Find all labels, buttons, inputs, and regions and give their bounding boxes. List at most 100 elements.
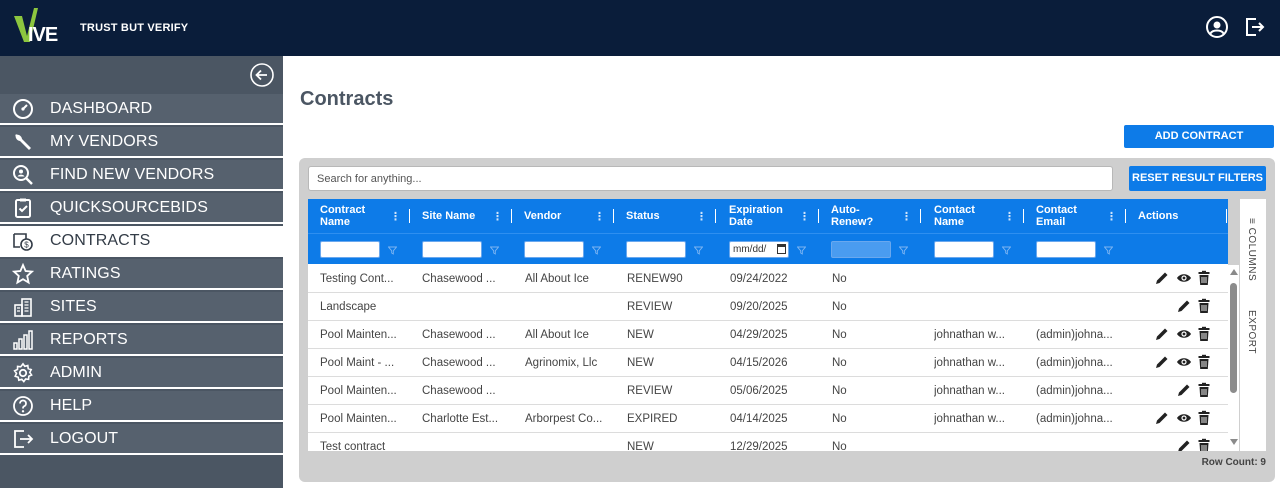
delete-trash-icon[interactable] [1196,438,1212,451]
sidebar-item-find-new-vendors[interactable]: FIND NEW VENDORS [0,160,283,191]
sidebar-item-admin[interactable]: ADMIN [0,358,283,389]
column-header-contact-name[interactable]: Contact Name [934,199,994,233]
column-header-contract-name[interactable]: Contract Name [320,199,380,233]
sidebar-item-my-vendors[interactable]: MY VENDORS [0,127,283,158]
calendar-icon[interactable] [777,244,786,254]
add-contract-button[interactable]: ADD CONTRACT [1124,125,1274,148]
filter-vendor-input[interactable] [524,241,584,258]
column-menu-icon[interactable]: ⋮ [1106,210,1117,223]
filter-expiration-date-input[interactable]: mm/dd/ [729,241,789,258]
export-tab[interactable]: EXPORT [1241,310,1263,355]
scroll-down-arrow-icon[interactable] [1230,439,1238,445]
contract-money-icon: $ [12,230,34,252]
column-menu-icon[interactable]: ⋮ [696,210,707,223]
sidebar-item-quicksourcebids[interactable]: QUICKSOURCEBIDS [0,193,283,224]
table-row[interactable]: Pool Mainten... Chasewood ... All About … [308,321,1228,349]
view-eye-icon[interactable] [1176,410,1192,426]
view-eye-icon[interactable] [1176,326,1192,342]
column-resize-handle[interactable] [1226,209,1227,223]
sidebar-item-help[interactable]: HELP [0,391,283,422]
view-eye-icon[interactable] [1176,354,1192,370]
edit-pencil-icon[interactable] [1176,298,1192,314]
logout-icon[interactable] [1242,15,1266,39]
filter-icon[interactable] [899,246,908,255]
filter-icon[interactable] [797,246,806,255]
table-row[interactable]: Landscape REVIEW 09/20/2025 No [308,293,1228,321]
filter-site-name-input[interactable] [422,241,482,258]
filter-icon[interactable] [490,246,499,255]
filter-status-input[interactable] [626,241,686,258]
table-scrollbar[interactable] [1228,265,1239,451]
column-menu-icon[interactable]: ⋮ [594,210,605,223]
delete-trash-icon[interactable] [1196,410,1212,426]
column-header-vendor[interactable]: Vendor [524,199,584,233]
filter-icon[interactable] [1002,246,1011,255]
sidebar: DASHBOARD MY VENDORS FIND NEW VENDORS QU… [0,56,283,488]
sidebar-item-ratings[interactable]: RATINGS [0,259,283,290]
row-actions [1154,438,1214,451]
collapse-sidebar-icon[interactable] [249,62,275,88]
cell-contact-email: (admin)johna... [1036,357,1113,369]
edit-pencil-icon[interactable] [1176,382,1192,398]
delete-trash-icon[interactable] [1196,354,1212,370]
edit-pencil-icon[interactable] [1154,270,1170,286]
filter-icon[interactable] [592,246,601,255]
delete-trash-icon[interactable] [1196,270,1212,286]
filter-icon[interactable] [388,246,397,255]
columns-tab[interactable]: ≡ COLUMNS [1241,218,1263,288]
sidebar-item-sites[interactable]: SITES [0,292,283,323]
column-resize-handle[interactable] [409,209,410,223]
reset-filters-button[interactable]: RESET RESULT FILTERS [1129,166,1266,191]
scroll-up-arrow-icon[interactable] [1230,269,1238,275]
sidebar-item-reports[interactable]: REPORTS [0,325,283,356]
search-input[interactable] [308,166,1113,191]
cell-contract-name: Pool Maint - ... [320,357,395,369]
sidebar-item-contracts[interactable]: $ CONTRACTS [0,226,283,257]
table-row[interactable]: Testing Cont... Chasewood ... All About … [308,265,1228,293]
column-resize-handle[interactable] [1023,209,1024,223]
view-eye-icon[interactable] [1176,270,1192,286]
column-resize-handle[interactable] [613,209,614,223]
column-header-status[interactable]: Status [626,199,686,233]
delete-trash-icon[interactable] [1196,382,1212,398]
filter-icon[interactable] [1104,246,1113,255]
cell-expiration-date: 09/20/2025 [730,301,788,313]
column-menu-icon[interactable]: ⋮ [799,210,810,223]
column-resize-handle[interactable] [715,209,716,223]
filter-contract-name-input[interactable] [320,241,380,258]
cell-auto-renew: No [832,329,847,341]
column-resize-handle[interactable] [511,209,512,223]
column-header-site-name[interactable]: Site Name [422,199,482,233]
table-row[interactable]: Test contract NEW 12/29/2025 No [308,433,1228,451]
column-menu-icon[interactable]: ⋮ [1004,210,1015,223]
table-row[interactable]: Pool Maint - ... Chasewood ... Agrinomix… [308,349,1228,377]
filter-icon[interactable] [694,246,703,255]
column-resize-handle[interactable] [920,209,921,223]
account-icon[interactable] [1205,15,1229,39]
column-menu-icon[interactable]: ⋮ [492,210,503,223]
edit-pencil-icon[interactable] [1154,326,1170,342]
cell-auto-renew: No [832,441,847,451]
filter-contact-name-input[interactable] [934,241,994,258]
delete-trash-icon[interactable] [1196,326,1212,342]
sidebar-item-logout[interactable]: LOGOUT [0,424,283,455]
table-row[interactable]: Pool Mainten... Charlotte Est... Arborpe… [308,405,1228,433]
column-header-expiration-date[interactable]: Expiration Date [729,199,789,233]
delete-trash-icon[interactable] [1196,298,1212,314]
column-menu-icon[interactable]: ⋮ [901,210,912,223]
column-menu-icon[interactable]: ⋮ [390,210,401,223]
filter-contact-email-input[interactable] [1036,241,1096,258]
edit-pencil-icon[interactable] [1154,354,1170,370]
column-resize-handle[interactable] [818,209,819,223]
logout-icon [12,428,34,450]
edit-pencil-icon[interactable] [1154,410,1170,426]
vive-logo[interactable]: IVE [12,6,70,46]
sidebar-item-label: RATINGS [50,265,121,282]
edit-pencil-icon[interactable] [1176,438,1192,451]
scrollbar-thumb[interactable] [1230,283,1237,393]
sidebar-item-dashboard[interactable]: DASHBOARD [0,94,283,125]
table-row[interactable]: Pool Mainten... Chasewood ... REVIEW 05/… [308,377,1228,405]
column-header-contact-email[interactable]: Contact Email [1036,199,1096,233]
column-header-auto-renew[interactable]: Auto-Renew? [831,199,881,233]
column-resize-handle[interactable] [1125,209,1126,223]
